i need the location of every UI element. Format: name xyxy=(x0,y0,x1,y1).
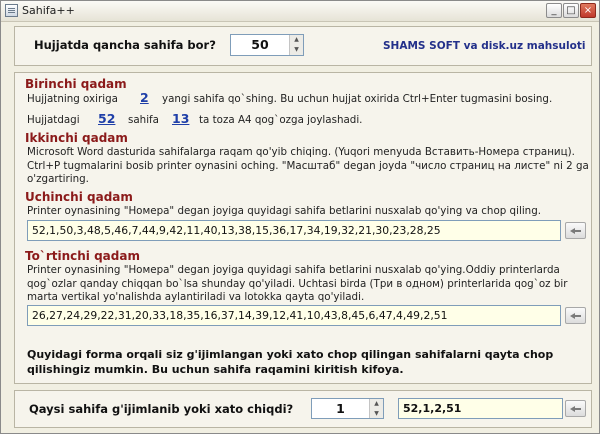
reprint-page-value: 1 xyxy=(336,401,345,416)
spin-up-icon[interactable]: ▲ xyxy=(370,399,383,409)
app-window: Sahifa++ _ □ × Hujjatda qancha sahifa bo… xyxy=(0,0,600,434)
spinner-arrows[interactable]: ▲ ▼ xyxy=(369,399,383,418)
step3-pages-field[interactable]: 52,1,50,3,48,5,46,7,44,9,42,11,40,13,38,… xyxy=(27,220,561,241)
brand-text: SHAMS SOFT va disk.uz mahsuloti xyxy=(383,40,586,52)
step3-heading: Uchinchi qadam xyxy=(25,190,133,204)
step1-line2-sahifa: sahifa xyxy=(128,114,159,126)
reprint-label: Qaysi sahifa g'ijimlanib yoki xato chiqd… xyxy=(29,402,294,416)
close-button[interactable]: × xyxy=(580,3,596,18)
step1-line2-label: Hujjatdagi xyxy=(27,114,80,126)
reprint-copy-button[interactable] xyxy=(565,400,586,417)
minimize-button[interactable]: _ xyxy=(546,3,562,18)
step2-heading: Ikkinchi qadam xyxy=(25,131,128,145)
page-count-spinner[interactable]: 50 ▲ ▼ xyxy=(230,34,304,56)
step4-copy-button[interactable] xyxy=(565,307,586,324)
copy-icon xyxy=(570,406,581,412)
total-pages-count: 52 xyxy=(98,111,116,126)
step3-text: Printer oynasining "Номера" degan joyiga… xyxy=(27,205,542,217)
step1-line1-label: Hujjatning oxiriga xyxy=(27,93,118,105)
spin-down-icon[interactable]: ▼ xyxy=(290,45,303,55)
spin-down-icon[interactable]: ▼ xyxy=(370,409,383,419)
title-bar: Sahifa++ _ □ × xyxy=(1,1,599,22)
spin-up-icon[interactable]: ▲ xyxy=(290,35,303,45)
sheets-count: 13 xyxy=(172,111,190,126)
window-title: Sahifa++ xyxy=(22,4,75,17)
reprint-result-field[interactable]: 52,1,2,51 xyxy=(398,398,563,419)
copy-icon xyxy=(570,313,581,319)
spinner-arrows[interactable]: ▲ ▼ xyxy=(289,35,303,55)
step1-line2-text: ta toza A4 qog`ozga joylashadi. xyxy=(199,114,363,126)
step3-copy-button[interactable] xyxy=(565,222,586,239)
step1-heading: Birinchi qadam xyxy=(25,77,127,91)
app-icon xyxy=(5,4,18,17)
step2-text: Microsoft Word dasturida sahifalarga raq… xyxy=(27,146,589,185)
reprint-page-spinner[interactable]: 1 ▲ ▼ xyxy=(311,398,384,419)
step4-text: Printer oynasining "Номера" degan joyiga… xyxy=(27,264,568,303)
maximize-button[interactable]: □ xyxy=(563,3,579,18)
step1-line1-text: yangi sahifa qo`shing. Bu uchun hujjat o… xyxy=(162,93,553,105)
add-pages-count: 2 xyxy=(140,90,149,105)
step4-heading: To`rtinchi qadam xyxy=(25,249,140,263)
page-count-panel: Hujjatda qancha sahifa bor? 50 ▲ ▼ SHAMS… xyxy=(14,26,592,66)
reprint-info-text: Quyidagi forma orqali siz g'ijimlangan y… xyxy=(27,348,554,376)
page-count-value: 50 xyxy=(251,37,269,52)
reprint-panel: Qaysi sahifa g'ijimlanib yoki xato chiqd… xyxy=(14,390,592,428)
copy-icon xyxy=(570,228,581,234)
instructions-panel: Birinchi qadam Hujjatning oxiriga 2 yang… xyxy=(14,72,592,384)
page-count-label: Hujjatda qancha sahifa bor? xyxy=(34,38,216,52)
step4-pages-field[interactable]: 26,27,24,29,22,31,20,33,18,35,16,37,14,3… xyxy=(27,305,561,326)
